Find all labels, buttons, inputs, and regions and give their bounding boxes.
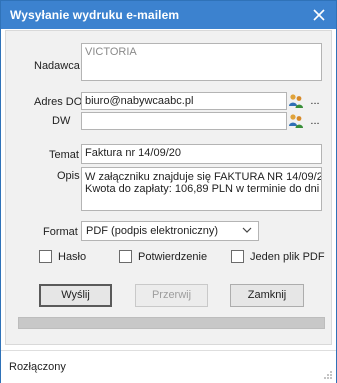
format-selected-value: PDF (podpis elektroniczny) xyxy=(86,225,219,237)
password-checkbox-label: Hasło xyxy=(58,250,87,263)
single-pdf-checkbox[interactable]: Jeden plik PDF xyxy=(231,250,325,263)
description-label: Opis xyxy=(57,170,80,182)
chevron-down-icon xyxy=(242,227,252,233)
single-pdf-checkbox-label: Jeden plik PDF xyxy=(250,250,325,263)
form-panel: Nadawca VICTORIA Adres DO biuro@nabywcaa… xyxy=(5,30,332,345)
format-select[interactable]: PDF (podpis elektroniczny) xyxy=(81,221,259,241)
status-bar: Rozłączony xyxy=(1,350,336,383)
stop-button[interactable]: Przerwij xyxy=(135,284,208,307)
progress-bar xyxy=(18,317,325,329)
window-title: Wysyłanie wydruku e-mailem xyxy=(10,8,180,22)
cc-more-button[interactable]: ... xyxy=(308,114,322,130)
address-book-icon[interactable] xyxy=(288,93,304,109)
subject-value: Faktura nr 14/09/20 xyxy=(85,147,182,159)
email-print-dialog: Wysyłanie wydruku e-mailem Nadawca VICTO… xyxy=(0,0,337,383)
close-dialog-button[interactable]: Zamknij xyxy=(230,284,304,307)
description-line: W załączniku znajduje się FAKTURA NR 14/… xyxy=(85,171,322,183)
connection-status: Rozłączony xyxy=(9,361,66,373)
subject-label: Temat xyxy=(49,149,79,161)
to-address-input[interactable]: biuro@nabywcaabc.pl xyxy=(81,92,287,110)
description-textarea[interactable]: W załączniku znajduje się FAKTURA NR 14/… xyxy=(81,167,322,211)
checkbox-box[interactable] xyxy=(231,250,244,263)
to-address-value: biuro@nabywcaabc.pl xyxy=(85,95,194,107)
to-more-button[interactable]: ... xyxy=(308,94,322,110)
close-icon xyxy=(313,9,325,21)
send-button[interactable]: Wyślij xyxy=(39,284,112,307)
format-label: Format xyxy=(43,226,78,238)
checkbox-box[interactable] xyxy=(119,250,132,263)
sender-value: VICTORIA xyxy=(85,46,137,58)
title-bar[interactable]: Wysyłanie wydruku e-mailem xyxy=(1,1,336,29)
subject-input[interactable]: Faktura nr 14/09/20 xyxy=(81,144,322,164)
description-line: Kwota do zapłaty: 106,89 PLN w terminie … xyxy=(85,183,320,195)
cc-label: DW xyxy=(52,115,71,127)
close-button[interactable] xyxy=(308,4,330,26)
sender-field[interactable]: VICTORIA xyxy=(81,43,322,81)
sender-label: Nadawca xyxy=(34,60,80,72)
checkbox-box[interactable] xyxy=(39,250,52,263)
resize-grip-icon[interactable] xyxy=(323,370,333,380)
to-label: Adres DO xyxy=(34,96,83,108)
confirmation-checkbox-label: Potwierdzenie xyxy=(138,250,208,263)
password-checkbox[interactable]: Hasło xyxy=(39,250,86,263)
confirmation-checkbox[interactable]: Potwierdzenie xyxy=(119,250,207,263)
address-book-icon[interactable] xyxy=(288,113,304,129)
cc-address-input[interactable] xyxy=(81,112,287,130)
